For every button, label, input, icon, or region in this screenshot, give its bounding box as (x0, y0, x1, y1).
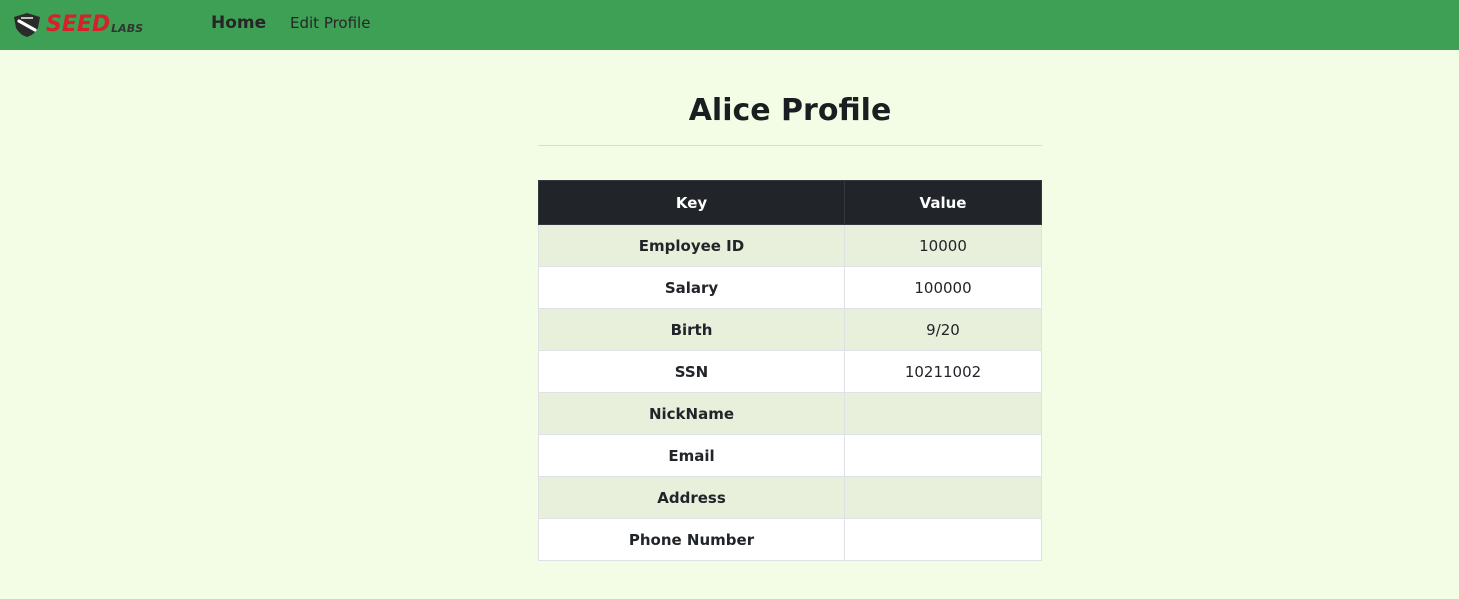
page-title: Alice Profile (688, 93, 892, 128)
nav-home-link[interactable]: Home (211, 13, 266, 33)
table-row-email: Email (538, 434, 1042, 477)
table-row-birth: Birth 9/20 (538, 308, 1042, 351)
row-key: Birth (538, 308, 845, 351)
table-row-address: Address (538, 476, 1042, 519)
row-value: 10211002 (844, 350, 1042, 393)
table-row-phone-number: Phone Number (538, 518, 1042, 561)
logo-seed-text: SEED (46, 12, 111, 37)
table-row-ssn: SSN 10211002 (538, 350, 1042, 393)
table-header-row: Key Value (538, 180, 1042, 225)
row-value (844, 434, 1042, 477)
row-key: Employee ID (538, 224, 845, 267)
navbar: SEED LABS Home Edit Profile (0, 0, 1459, 50)
header-key: Key (538, 180, 845, 225)
nav-edit-profile-link[interactable]: Edit Profile (290, 14, 370, 32)
row-key: Phone Number (538, 518, 845, 561)
row-key: NickName (538, 392, 845, 435)
row-key: SSN (538, 350, 845, 393)
profile-table: Key Value Employee ID 10000 Salary 10000… (538, 180, 1042, 561)
table-row-salary: Salary 100000 (538, 266, 1042, 309)
row-key: Salary (538, 266, 845, 309)
row-value (844, 392, 1042, 435)
row-value (844, 518, 1042, 561)
shield-logo-icon (14, 13, 40, 37)
seedlabs-logo[interactable]: SEED LABS (12, 10, 162, 40)
row-value (844, 476, 1042, 519)
row-key: Address (538, 476, 845, 519)
table-row-nickname: NickName (538, 392, 1042, 435)
row-value: 10000 (844, 224, 1042, 267)
row-value: 100000 (844, 266, 1042, 309)
title-divider (538, 145, 1042, 146)
header-value: Value (844, 180, 1042, 225)
row-key: Email (538, 434, 845, 477)
logo-labs-text: LABS (111, 22, 144, 35)
table-row-employee-id: Employee ID 10000 (538, 224, 1042, 267)
row-value: 9/20 (844, 308, 1042, 351)
